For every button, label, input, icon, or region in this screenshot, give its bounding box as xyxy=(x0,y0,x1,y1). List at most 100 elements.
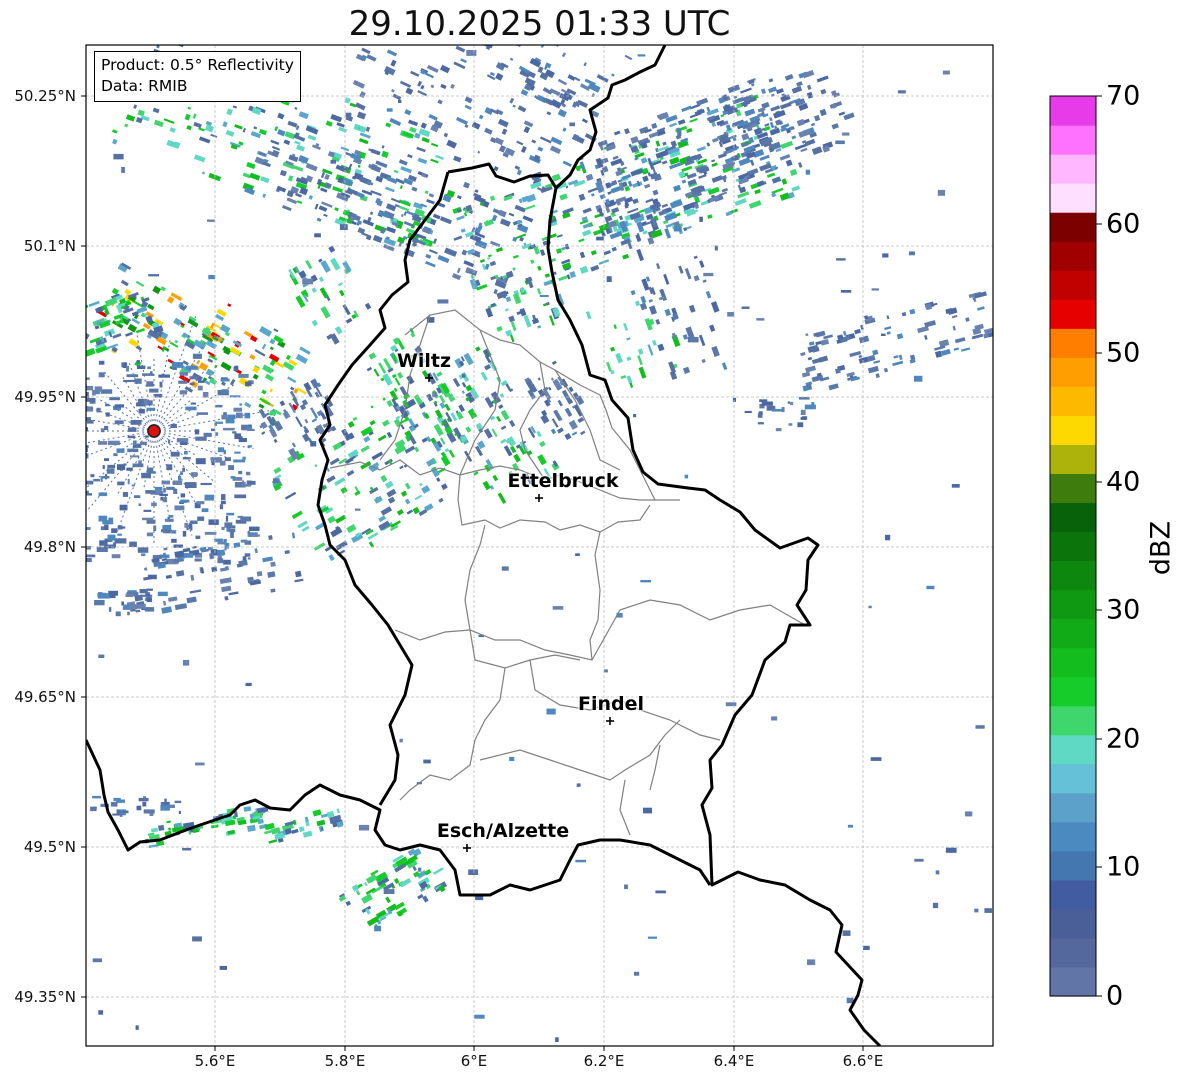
echo-pixel xyxy=(831,123,839,130)
echo-pixel xyxy=(699,260,705,268)
echo-pixel xyxy=(504,308,509,312)
echo-pixel xyxy=(643,807,652,814)
echo-pixel xyxy=(294,140,301,146)
echo-pixel xyxy=(226,108,233,116)
echo-pixel xyxy=(464,96,473,104)
echo-pixel xyxy=(769,117,773,122)
echo-pixel xyxy=(520,23,525,28)
echo-pixel xyxy=(556,234,563,238)
echo-pixel xyxy=(711,162,718,167)
radar-site-marker[interactable] xyxy=(147,424,161,438)
echo-pixel xyxy=(702,279,707,283)
echo-pixel xyxy=(282,204,292,212)
echo-pixel xyxy=(525,11,532,17)
echo-pixel xyxy=(310,441,317,447)
echo-pixel xyxy=(640,295,647,304)
echo-pixel xyxy=(732,397,736,402)
echo-pixel xyxy=(450,83,455,89)
echo-pixel xyxy=(644,183,651,189)
echo-pixel xyxy=(340,486,348,494)
echo-pixel xyxy=(134,495,141,499)
echo-pixel xyxy=(284,491,297,500)
echo-pixel xyxy=(112,138,118,145)
echo-pixel xyxy=(295,353,308,364)
echo-pixel xyxy=(36,377,46,381)
echo-pixel xyxy=(146,381,154,387)
echo-pixel xyxy=(115,611,121,617)
echo-pixel xyxy=(100,428,105,433)
echo-pixel xyxy=(934,350,943,358)
echo-pixel xyxy=(419,482,423,487)
echo-pixel xyxy=(614,25,618,30)
echo-pixel xyxy=(655,263,661,270)
echo-pixel xyxy=(146,532,154,537)
echo-pixel xyxy=(38,530,47,533)
echo-pixel xyxy=(71,449,82,455)
echo-pixel xyxy=(858,335,870,344)
echo-pixel xyxy=(239,403,243,406)
echo-pixel xyxy=(215,432,219,436)
echo-pixel xyxy=(744,108,756,117)
echo-pixel xyxy=(287,175,294,182)
echo-pixel xyxy=(197,516,205,521)
echo-pixel xyxy=(68,523,76,528)
echo-pixel xyxy=(190,526,193,531)
echo-pixel xyxy=(271,149,280,158)
echo-pixel xyxy=(426,198,435,205)
echo-pixel xyxy=(342,304,351,316)
lat-tick-label: 50.1°N xyxy=(23,237,76,255)
echo-pixel xyxy=(932,902,939,909)
echo-pixel xyxy=(219,965,227,970)
echo-pixel xyxy=(477,150,481,154)
radar-map[interactable] xyxy=(0,0,1184,1081)
echo-pixel xyxy=(270,139,280,145)
echo-pixel xyxy=(319,287,329,299)
echo-pixel xyxy=(965,317,970,322)
echo-pixel xyxy=(33,384,40,387)
lat-tick-label: 49.8°N xyxy=(23,538,76,556)
echo-pixel xyxy=(358,824,370,831)
echo-pixel xyxy=(310,378,320,389)
echo-pixel xyxy=(34,495,43,497)
echo-pixel xyxy=(430,158,439,164)
echo-pixel xyxy=(260,176,270,184)
echo-pixel xyxy=(399,185,403,190)
echo-pixel xyxy=(811,146,823,155)
echo-pixel xyxy=(514,204,526,213)
echo-pixel xyxy=(487,257,491,260)
echo-pixel xyxy=(709,324,716,332)
echo-pixel xyxy=(805,333,809,337)
echo-pixel xyxy=(603,250,611,256)
colorbar-swatch xyxy=(1050,734,1096,765)
echo-pixel xyxy=(489,71,495,77)
echo-pixel xyxy=(180,493,186,498)
echo-pixel xyxy=(384,186,395,193)
echo-pixel xyxy=(130,455,140,458)
echo-pixel xyxy=(873,360,881,364)
echo-pixel xyxy=(88,300,100,308)
echo-pixel xyxy=(66,371,71,374)
echo-pixel xyxy=(452,377,461,388)
echo-pixel xyxy=(482,480,491,491)
echo-pixel xyxy=(529,32,534,36)
echo-pixel xyxy=(771,716,778,721)
echo-pixel xyxy=(898,90,906,94)
echo-pixel xyxy=(449,35,457,42)
echo-pixel xyxy=(186,125,192,131)
echo-pixel xyxy=(65,423,70,429)
echo-pixel xyxy=(98,492,108,497)
colorbar-tick-label: 10 xyxy=(1106,851,1141,883)
echo-pixel xyxy=(557,78,568,86)
echo-pixel xyxy=(410,332,416,338)
echo-pixel xyxy=(224,522,233,528)
echo-pixel xyxy=(537,377,541,381)
echo-pixel xyxy=(951,484,960,488)
echo-pixel xyxy=(596,33,604,39)
echo-pixel xyxy=(578,193,586,201)
echo-pixel xyxy=(618,215,624,221)
echo-pixel xyxy=(357,220,362,225)
echo-pixel xyxy=(484,364,492,371)
echo-pixel xyxy=(573,76,581,82)
echo-pixel xyxy=(870,757,882,761)
echo-pixel xyxy=(143,809,155,814)
